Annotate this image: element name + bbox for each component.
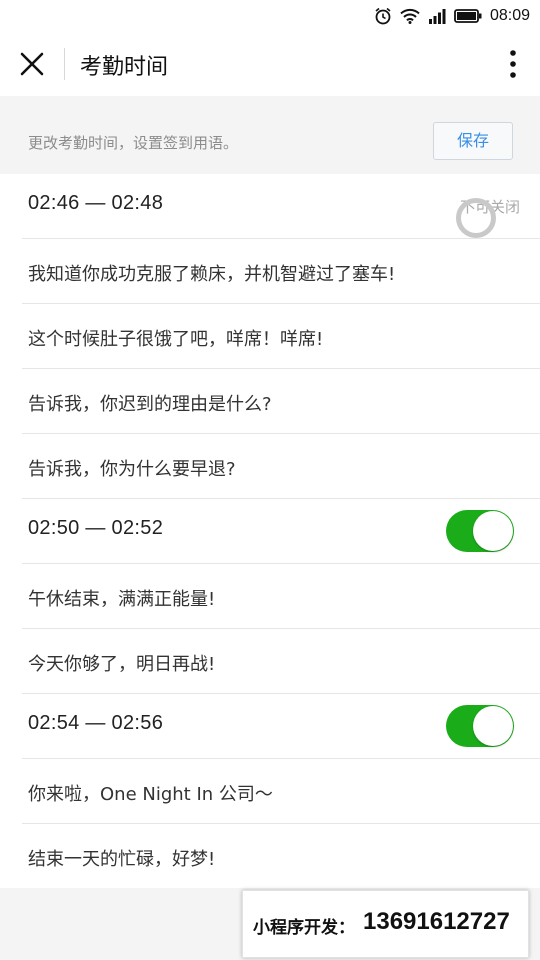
status-bar: 08:09 bbox=[0, 0, 540, 32]
message-text: 你来啦，One Night In 公司〜 bbox=[28, 784, 273, 805]
status-time: 08:09 bbox=[489, 7, 530, 24]
message-row[interactable]: 你来啦，One Night In 公司〜 bbox=[22, 759, 540, 824]
message-row[interactable]: 告诉我，你为什么要早退? bbox=[22, 434, 540, 499]
message-row[interactable]: 午休结束，满满正能量! bbox=[22, 564, 540, 629]
message-text: 结束一天的忙碌，好梦! bbox=[28, 849, 216, 870]
schedule-row: 02:50 — 02:52 bbox=[22, 499, 540, 564]
intro-section: 更改考勤时间，设置签到用语。 保存 bbox=[0, 96, 540, 175]
schedule-toggle[interactable] bbox=[446, 705, 514, 747]
message-text: 午休结束，满满正能量! bbox=[28, 589, 216, 610]
loading-spinner-icon bbox=[456, 198, 496, 238]
contact-watermark: 小程序开发： 13691612727 bbox=[242, 890, 529, 958]
message-text: 告诉我，你为什么要早退? bbox=[28, 459, 236, 480]
schedule-list: 02:46 — 02:48 不可关闭 我知道你成功克服了赖床，并机智避过了塞车!… bbox=[0, 174, 540, 888]
nav-divider bbox=[64, 48, 65, 80]
intro-text: 更改考勤时间，设置签到用语。 bbox=[28, 134, 239, 152]
more-vertical-icon[interactable] bbox=[508, 48, 518, 80]
message-text: 告诉我，你迟到的理由是什么? bbox=[28, 394, 272, 415]
status-icons: 08:09 bbox=[374, 4, 530, 28]
toggle-knob bbox=[473, 706, 513, 746]
watermark-phone: 13691612727 bbox=[363, 908, 510, 935]
page-title: 考勤时间 bbox=[80, 55, 169, 80]
save-button[interactable]: 保存 bbox=[433, 122, 513, 160]
message-row[interactable]: 今天你够了，明日再战! bbox=[22, 629, 540, 694]
alarm-icon bbox=[374, 7, 392, 25]
message-row[interactable]: 告诉我，你迟到的理由是什么? bbox=[22, 369, 540, 434]
nav-bar: 考勤时间 bbox=[0, 32, 540, 96]
message-row[interactable]: 我知道你成功克服了赖床，并机智避过了塞车! bbox=[22, 239, 540, 304]
message-text: 这个时候肚子很饿了吧，咩席！咩席! bbox=[28, 329, 324, 350]
wifi-icon bbox=[400, 8, 420, 24]
schedule-row: 02:54 — 02:56 bbox=[22, 694, 540, 759]
time-range[interactable]: 02:46 — 02:48 bbox=[28, 192, 163, 215]
schedule-row: 02:46 — 02:48 不可关闭 bbox=[22, 174, 540, 239]
time-range[interactable]: 02:50 — 02:52 bbox=[28, 517, 163, 540]
schedule-toggle[interactable] bbox=[446, 510, 514, 552]
toggle-knob bbox=[473, 511, 513, 551]
close-icon[interactable] bbox=[18, 50, 46, 78]
message-text: 我知道你成功克服了赖床，并机智避过了塞车! bbox=[28, 264, 396, 285]
message-text: 今天你够了，明日再战! bbox=[28, 654, 216, 675]
signal-icon bbox=[428, 8, 446, 24]
time-range[interactable]: 02:54 — 02:56 bbox=[28, 712, 163, 735]
watermark-label: 小程序开发： bbox=[253, 918, 355, 938]
message-row[interactable]: 这个时候肚子很饿了吧，咩席！咩席! bbox=[22, 304, 540, 369]
message-row[interactable]: 结束一天的忙碌，好梦! bbox=[22, 824, 540, 888]
battery-icon bbox=[454, 9, 482, 23]
